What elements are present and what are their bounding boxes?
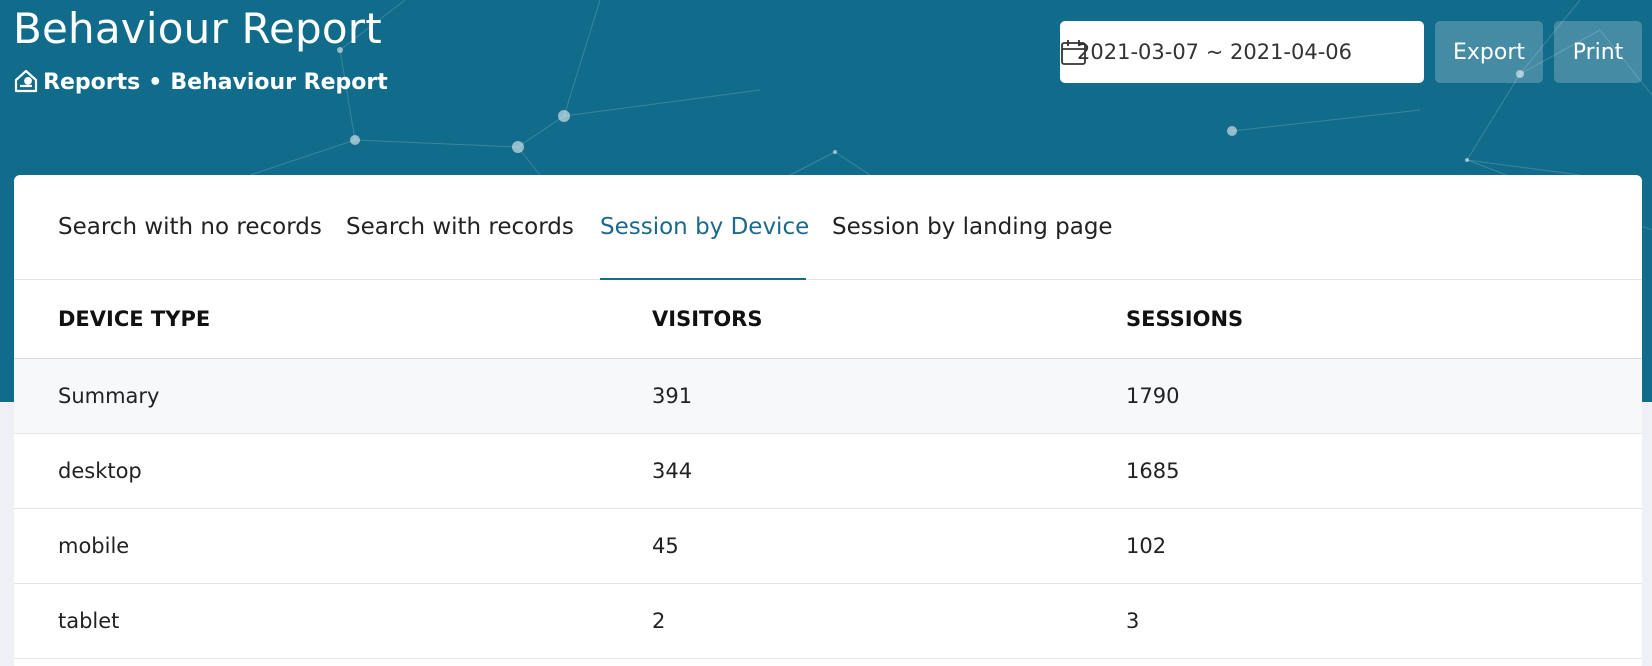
cell-device: desktop bbox=[14, 433, 652, 509]
table-header-row: DEVICE TYPE VISITORS SESSIONS bbox=[14, 280, 1642, 359]
cell-visitors: 45 bbox=[652, 508, 1126, 584]
cell-sessions: 1685 bbox=[1126, 433, 1642, 509]
export-button[interactable]: Export bbox=[1435, 21, 1543, 83]
cell-sessions: 102 bbox=[1126, 508, 1642, 584]
calendar-icon bbox=[1061, 40, 1086, 65]
cell-visitors: 2 bbox=[652, 583, 1126, 659]
column-header-device-type[interactable]: DEVICE TYPE bbox=[14, 280, 652, 359]
table-row: desktop 344 1685 bbox=[14, 433, 1642, 509]
cell-device: mobile bbox=[14, 508, 652, 584]
column-header-visitors[interactable]: VISITORS bbox=[652, 280, 1126, 359]
date-range-picker[interactable]: 2021-03-07 ~ 2021-04-06 bbox=[1060, 21, 1424, 83]
tab-search-no-records[interactable]: Search with no records bbox=[58, 175, 322, 279]
breadcrumb-reports-link[interactable]: Reports bbox=[43, 70, 140, 95]
table-row: tablet 2 3 bbox=[14, 583, 1642, 659]
cell-sessions: 3 bbox=[1126, 583, 1642, 659]
table-row: mobile 45 102 bbox=[14, 508, 1642, 584]
tab-bar: Search with no records Search with recor… bbox=[14, 175, 1642, 280]
print-button[interactable]: Print bbox=[1554, 21, 1642, 83]
cell-sessions: 1790 bbox=[1126, 358, 1642, 434]
tab-search-with-records[interactable]: Search with records bbox=[346, 175, 574, 279]
breadcrumb-separator: • bbox=[148, 69, 163, 95]
date-range-value: 2021-03-07 ~ 2021-04-06 bbox=[1077, 40, 1353, 64]
cell-visitors: 344 bbox=[652, 433, 1126, 509]
cell-device: tablet bbox=[14, 583, 652, 659]
page-title: Behaviour Report bbox=[13, 4, 382, 53]
tab-session-by-landing-page[interactable]: Session by landing page bbox=[832, 175, 1113, 279]
column-header-sessions[interactable]: SESSIONS bbox=[1126, 280, 1642, 359]
breadcrumb-current: Behaviour Report bbox=[170, 69, 388, 95]
tab-session-by-device[interactable]: Session by Device bbox=[600, 175, 809, 280]
home-icon[interactable] bbox=[13, 68, 39, 94]
cell-visitors: 391 bbox=[652, 358, 1126, 434]
device-sessions-table: DEVICE TYPE VISITORS SESSIONS Summary 39… bbox=[14, 280, 1642, 659]
breadcrumb: • Reports • Behaviour Report bbox=[13, 68, 388, 96]
cell-device: Summary bbox=[14, 358, 652, 434]
table-row-summary: Summary 391 1790 bbox=[14, 358, 1642, 434]
report-card: Search with no records Search with recor… bbox=[14, 175, 1642, 666]
